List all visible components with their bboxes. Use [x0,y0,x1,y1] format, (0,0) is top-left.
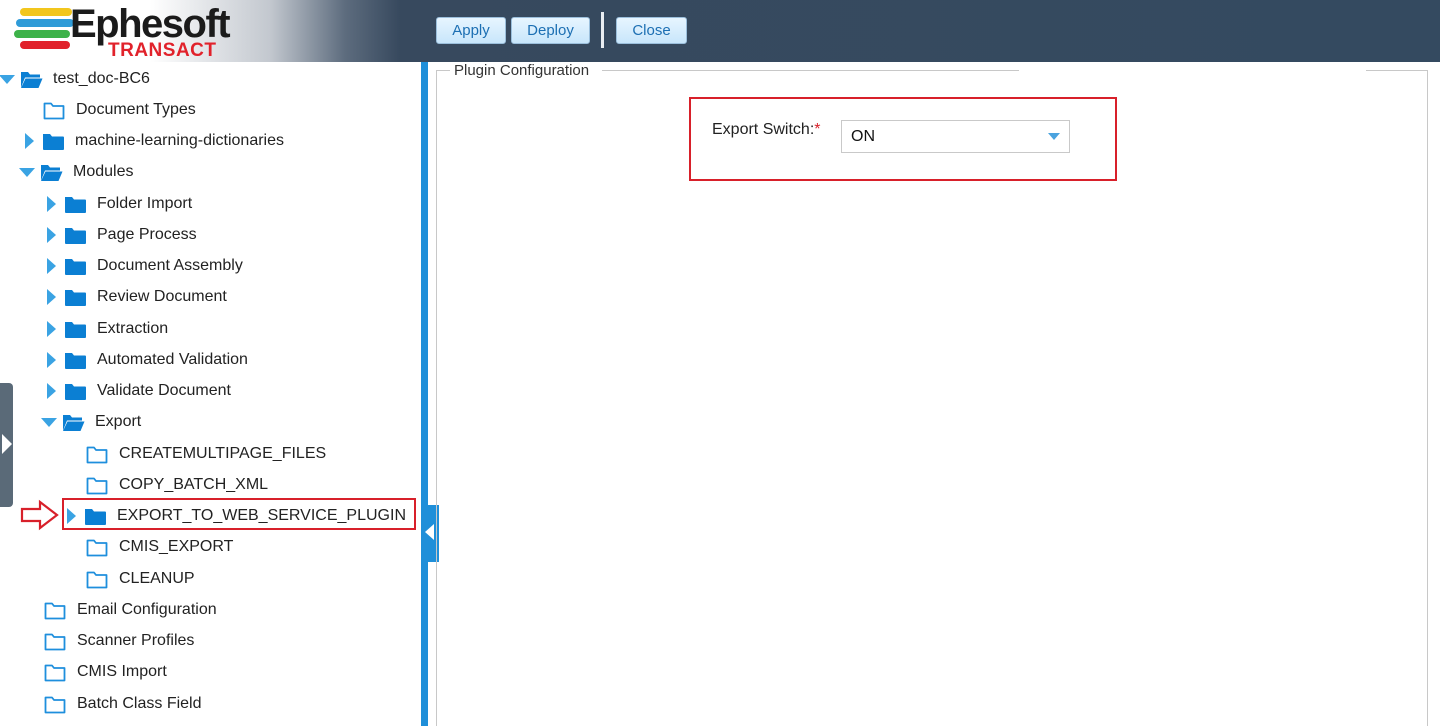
folder-outline-icon [86,571,108,589]
tree-item-page-process[interactable]: Page Process [44,221,197,249]
tree-item-label: Folder Import [97,195,193,212]
folder-open-icon [41,165,63,181]
folder-icon [65,259,86,275]
tree-item-extraction[interactable]: Extraction [44,315,168,343]
close-button[interactable]: Close [616,17,687,44]
panel-splitter[interactable] [421,62,428,726]
dropdown-arrow-icon[interactable] [1048,133,1060,140]
tree-item-batch-class-field[interactable]: Batch Class Field [24,690,202,718]
fieldset-border [436,70,437,726]
logo-bar-yellow [20,8,72,16]
tree-item-modules[interactable]: Modules [19,158,134,186]
folder-icon [65,228,86,244]
expand-icon[interactable] [44,321,58,337]
tree-item-label: Review Document [97,288,227,305]
folder-icon [65,197,86,213]
expand-icon[interactable] [44,352,58,368]
folder-outline-icon [86,539,108,557]
tree-item-label: CREATEMULTIPAGE_FILES [119,445,327,462]
export-switch-select[interactable]: ON [841,120,1070,153]
toolbar-separator [601,12,604,48]
tree-item-label: machine-learning-dictionaries [75,132,284,149]
logo-bar-green [14,30,70,38]
tree-item-copy-batch-xml[interactable]: COPY_BATCH_XML [66,471,268,499]
tree-item-export[interactable]: Export [41,408,142,436]
logo-subtitle: TRANSACT [108,40,217,61]
tree-item-label: Automated Validation [97,351,248,368]
folder-open-icon [21,72,43,88]
tree-item-cleanup[interactable]: CLEANUP [66,565,195,593]
apply-button[interactable]: Apply [436,17,506,44]
export-switch-label-text: Export Switch: [712,121,815,138]
folder-outline-icon [44,602,66,620]
pointer-arrow-icon [20,499,59,531]
collapse-icon[interactable] [19,164,35,180]
folder-icon [65,353,86,369]
collapse-icon[interactable] [41,414,57,430]
folder-icon [65,384,86,400]
tree-item-email-configuration[interactable]: Email Configuration [24,596,217,624]
tree-item-label: COPY_BATCH_XML [119,476,269,493]
folder-outline-icon [44,696,66,714]
folder-open-icon [63,415,85,431]
expand-icon[interactable] [44,289,58,305]
tree-item-label: Document Types [76,101,196,118]
tree-item-cmis-export[interactable]: CMIS_EXPORT [66,533,233,561]
tree-item-review-document[interactable]: Review Document [44,283,227,311]
tree-item-label: CLEANUP [119,570,195,587]
expand-icon[interactable] [44,196,58,212]
folder-outline-icon [44,633,66,651]
logo-bar-blue [16,19,74,27]
ephesoft-logo: Ephesoft TRANSACT [14,2,244,61]
fieldset-border [602,70,1019,71]
tree-item-label: Batch Class Field [77,695,202,712]
chevron-left-icon [425,524,434,540]
tree-item-label: Scanner Profiles [77,632,195,649]
folder-icon [65,290,86,306]
tree-item-label: Export [95,413,142,430]
folder-outline-icon [43,102,65,120]
tree-item-label: CMIS_EXPORT [119,538,234,555]
expand-icon[interactable] [44,383,58,399]
fieldset-border [436,70,450,71]
tree-item-label: test_doc-BC6 [53,70,150,87]
tree-item-scanner-profiles[interactable]: Scanner Profiles [24,627,194,655]
tree-item-label: Page Process [97,226,197,243]
tree-item-cmis-import[interactable]: CMIS Import [24,658,167,686]
required-marker: * [814,121,821,138]
plugin-configuration-legend: Plugin Configuration [452,62,592,79]
top-toolbar: Ephesoft TRANSACT Apply Deploy Close [0,0,1440,62]
tree-item-folder-import[interactable]: Folder Import [44,190,192,218]
tree-item-label: Email Configuration [77,601,217,618]
tree-item-automated-validation[interactable]: Automated Validation [44,346,248,374]
fieldset-border [1427,70,1428,726]
folder-icon [43,134,64,150]
export-switch-value: ON [851,127,875,145]
selected-item-highlight [62,498,416,530]
tree-item-label: Modules [73,163,134,180]
tree-item-label: Validate Document [97,382,231,399]
expand-icon[interactable] [22,133,36,149]
tree-item-validate-document[interactable]: Validate Document [44,377,231,405]
folder-outline-icon [86,477,108,495]
folder-icon [65,322,86,338]
collapse-icon[interactable] [0,71,15,87]
tree-item-document-assembly[interactable]: Document Assembly [44,252,243,280]
fieldset-border [1366,70,1428,71]
tree-item-label: Extraction [97,320,169,337]
folder-outline-icon [86,446,108,464]
tree-item-root[interactable]: test_doc-BC6 [0,65,150,93]
tree-item-label: Document Assembly [97,257,243,274]
export-switch-label: Export Switch:* [712,121,821,139]
tree-item-label: CMIS Import [77,663,167,680]
tree-item-ml-dictionaries[interactable]: machine-learning-dictionaries [22,127,284,155]
tree-item-document-types[interactable]: Document Types [23,96,196,124]
expand-icon[interactable] [44,258,58,274]
folder-outline-icon [44,664,66,682]
logo-bar-red [20,41,70,49]
expand-icon[interactable] [44,227,58,243]
deploy-button[interactable]: Deploy [511,17,590,44]
tree-item-createmultipage-files[interactable]: CREATEMULTIPAGE_FILES [66,440,326,468]
chevron-right-icon [2,434,12,454]
